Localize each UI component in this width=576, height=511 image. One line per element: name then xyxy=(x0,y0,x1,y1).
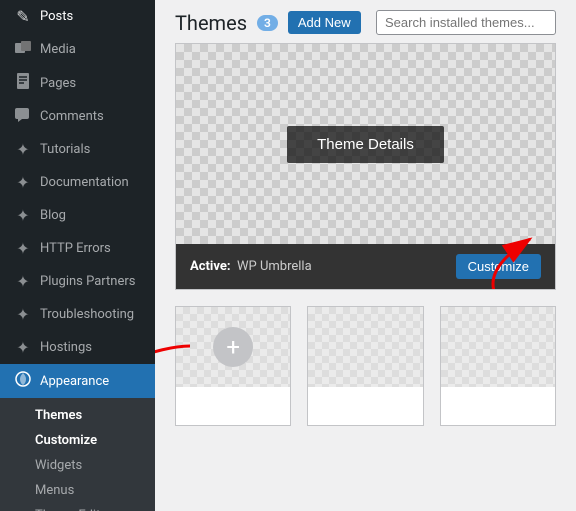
sidebar-item-media[interactable]: Media xyxy=(0,33,155,66)
sidebar-item-label: Blog xyxy=(40,208,66,223)
theme-mini-screenshot-3 xyxy=(441,307,555,387)
customize-button[interactable]: Customize xyxy=(456,254,541,279)
theme-count-badge: 3 xyxy=(257,15,278,31)
sidebar-item-label: Troubleshooting xyxy=(40,307,134,322)
sidebar-item-plugins-partners[interactable]: ✦ Plugins Partners xyxy=(0,265,155,298)
sidebar-item-appearance[interactable]: Appearance xyxy=(0,364,155,398)
search-input[interactable] xyxy=(376,10,556,35)
theme-mini-screenshot: + xyxy=(176,307,290,387)
documentation-icon: ✦ xyxy=(14,173,32,192)
theme-mini-screenshot-2 xyxy=(308,307,422,387)
sidebar-item-documentation[interactable]: ✦ Documentation xyxy=(0,166,155,199)
sidebar: ✎ Posts Media Pages Comments ✦ Tutorials… xyxy=(0,0,155,511)
sidebar-item-label: Plugins Partners xyxy=(40,274,135,289)
blog-icon: ✦ xyxy=(14,206,32,225)
sidebar-item-label: Comments xyxy=(40,109,104,124)
theme-active-label: Active: WP Umbrella xyxy=(190,259,312,274)
hostings-icon: ✦ xyxy=(14,338,32,357)
theme-footer: Active: WP Umbrella Customize xyxy=(176,244,555,289)
sidebar-item-label: HTTP Errors xyxy=(40,241,111,256)
sidebar-item-label: Appearance xyxy=(40,374,109,389)
main-content: Themes 3 Add New Theme Details Active: W… xyxy=(155,0,576,511)
sidebar-item-http-errors[interactable]: ✦ HTTP Errors xyxy=(0,232,155,265)
media-icon xyxy=(14,40,32,59)
sidebar-item-label: Media xyxy=(40,42,76,57)
theme-screenshot: Theme Details xyxy=(176,44,555,244)
add-theme-icon: + xyxy=(213,327,253,367)
sidebar-item-label: Posts xyxy=(40,9,73,24)
sidebar-item-label: Documentation xyxy=(40,175,129,190)
theme-mini-card-3[interactable] xyxy=(440,306,556,426)
submenu-item-menus[interactable]: Menus xyxy=(0,478,155,503)
submenu-item-theme-editor[interactable]: Theme Editor xyxy=(0,503,155,511)
troubleshooting-icon: ✦ xyxy=(14,305,32,324)
page-title: Themes xyxy=(175,11,247,35)
sidebar-item-comments[interactable]: Comments xyxy=(0,100,155,133)
posts-icon: ✎ xyxy=(14,7,32,26)
sidebar-item-posts[interactable]: ✎ Posts xyxy=(0,0,155,33)
appearance-icon xyxy=(14,371,32,391)
submenu-title: Themes xyxy=(0,402,155,428)
sidebar-item-label: Tutorials xyxy=(40,142,90,157)
plugins-partners-icon: ✦ xyxy=(14,272,32,291)
sidebar-item-tutorials[interactable]: ✦ Tutorials xyxy=(0,133,155,166)
add-new-button[interactable]: Add New xyxy=(288,11,361,34)
sidebar-item-blog[interactable]: ✦ Blog xyxy=(0,199,155,232)
submenu-item-widgets[interactable]: Widgets xyxy=(0,453,155,478)
sidebar-item-hostings[interactable]: ✦ Hostings xyxy=(0,331,155,364)
sidebar-item-label: Pages xyxy=(40,76,76,91)
tutorials-icon: ✦ xyxy=(14,140,32,159)
appearance-submenu: Themes Customize Widgets Menus Theme Edi… xyxy=(0,398,155,511)
theme-details-button[interactable]: Theme Details xyxy=(287,126,444,163)
pages-icon xyxy=(14,73,32,93)
themes-area: Theme Details Active: WP Umbrella Custom… xyxy=(155,43,576,511)
sidebar-item-troubleshooting[interactable]: ✦ Troubleshooting xyxy=(0,298,155,331)
main-header: Themes 3 Add New xyxy=(155,0,576,43)
theme-mini-card-1[interactable]: + xyxy=(175,306,291,426)
sidebar-item-label: Hostings xyxy=(40,340,92,355)
comments-icon xyxy=(14,107,32,126)
active-theme-card: Theme Details Active: WP Umbrella Custom… xyxy=(175,43,556,290)
theme-mini-card-2[interactable] xyxy=(307,306,423,426)
submenu-item-customize[interactable]: Customize xyxy=(0,428,155,453)
themes-grid-row: + xyxy=(175,306,556,426)
sidebar-item-pages[interactable]: Pages xyxy=(0,66,155,100)
http-errors-icon: ✦ xyxy=(14,239,32,258)
